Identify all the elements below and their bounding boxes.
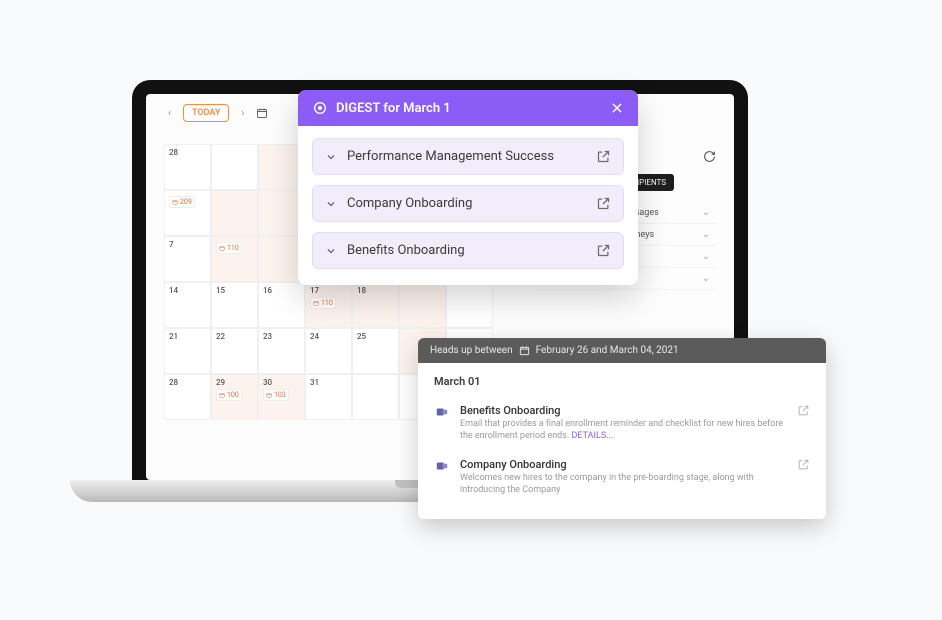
chevron-down-icon: [325, 151, 337, 163]
digest-item[interactable]: Performance Management Success: [312, 138, 624, 175]
open-external-icon[interactable]: [596, 243, 611, 258]
today-button[interactable]: TODAY: [183, 104, 229, 122]
calendar-cell[interactable]: [446, 282, 493, 328]
calendar-cell[interactable]: 23: [258, 328, 305, 374]
calendar-day-number: 21: [169, 332, 206, 341]
calendar-cell[interactable]: 7: [164, 236, 211, 282]
calendar-cell[interactable]: [399, 282, 446, 328]
calendar-cell[interactable]: 28: [164, 374, 211, 420]
calendar-cell[interactable]: 15: [211, 282, 258, 328]
teams-icon: [434, 458, 450, 474]
headsup-item-title: Benefits Onboarding: [460, 404, 787, 417]
digest-title: DIGEST for March 1: [336, 101, 451, 116]
calendar-event-chip[interactable]: 209: [169, 196, 195, 208]
details-link[interactable]: DETAILS...: [572, 431, 614, 441]
calendar-cell[interactable]: 14: [164, 282, 211, 328]
chevron-down-icon: ⌄: [702, 207, 710, 218]
calendar-cell[interactable]: 17110: [305, 282, 352, 328]
refresh-icon[interactable]: [703, 150, 716, 163]
open-external-icon[interactable]: [797, 458, 810, 471]
calendar-day-number: 18: [357, 286, 394, 295]
open-external-icon[interactable]: [596, 149, 611, 164]
calendar-day-number: 23: [263, 332, 300, 341]
headsup-prefix: Heads up between: [430, 345, 513, 356]
open-external-icon[interactable]: [596, 196, 611, 211]
calendar-cell[interactable]: 209: [164, 190, 211, 236]
calendar-day-number: 30: [263, 378, 300, 387]
prev-arrow[interactable]: ‹: [164, 106, 175, 121]
calendar-cell[interactable]: 30103: [258, 374, 305, 420]
calendar-event-chip[interactable]: 110: [310, 297, 336, 309]
chevron-down-icon: [325, 198, 337, 210]
close-icon[interactable]: [610, 101, 624, 115]
chevron-down-icon: [325, 245, 337, 257]
open-external-icon[interactable]: [797, 404, 810, 417]
calendar-day-number: 17: [310, 286, 347, 295]
digest-item-label: Benefits Onboarding: [347, 243, 465, 258]
calendar-cell[interactable]: 110: [211, 236, 258, 282]
calendar-cell[interactable]: 21: [164, 328, 211, 374]
next-arrow[interactable]: ›: [237, 106, 248, 121]
calendar-day-number: 28: [169, 378, 206, 387]
calendar-event-chip[interactable]: 110: [216, 242, 242, 254]
headsup-item-desc: Welcomes new hires to the company in the…: [460, 473, 787, 496]
calendar-day-number: 16: [263, 286, 300, 295]
digest-item-label: Company Onboarding: [347, 196, 472, 211]
digest-item[interactable]: Company Onboarding: [312, 185, 624, 222]
digest-header: DIGEST for March 1: [298, 90, 638, 126]
headsup-header: Heads up between February 26 and March 0…: [418, 338, 826, 363]
calendar-icon[interactable]: [256, 107, 268, 119]
calendar-cell[interactable]: [211, 144, 258, 190]
digest-modal: DIGEST for March 1 Performance Managemen…: [298, 90, 638, 285]
calendar-day-number: 31: [310, 378, 347, 387]
calendar-day-number: 7: [169, 240, 206, 249]
calendar-icon: [519, 345, 530, 356]
calendar-cell[interactable]: [352, 374, 399, 420]
calendar-cell[interactable]: [211, 190, 258, 236]
calendar-day-number: 22: [216, 332, 253, 341]
digest-item[interactable]: Benefits Onboarding: [312, 232, 624, 269]
calendar-day-number: 15: [216, 286, 253, 295]
teams-icon: [434, 404, 450, 420]
calendar-cell[interactable]: 16: [258, 282, 305, 328]
calendar-cell[interactable]: 18: [352, 282, 399, 328]
calendar-cell[interactable]: 24: [305, 328, 352, 374]
chevron-down-icon: ⌄: [702, 251, 710, 262]
calendar-cell[interactable]: 25: [352, 328, 399, 374]
calendar-day-number: 25: [357, 332, 394, 341]
calendar-event-chip[interactable]: 103: [263, 389, 289, 401]
headsup-item-desc: Email that provides a final enrollment r…: [460, 419, 787, 442]
calendar-day-number: 24: [310, 332, 347, 341]
calendar-cell[interactable]: 31: [305, 374, 352, 420]
digest-body: Performance Management Success Company On…: [298, 126, 638, 285]
digest-item-label: Performance Management Success: [347, 149, 554, 164]
headsup-item: Company Onboarding Welcomes new hires to …: [434, 452, 810, 506]
calendar-day-number: 14: [169, 286, 206, 295]
calendar-event-chip[interactable]: 100: [216, 389, 242, 401]
calendar-day-number: 28: [169, 148, 206, 157]
headsup-range: February 26 and March 04, 2021: [536, 345, 679, 356]
calendar-cell[interactable]: 29100: [211, 374, 258, 420]
calendar-cell[interactable]: 28: [164, 144, 211, 190]
headsup-item-title: Company Onboarding: [460, 458, 787, 471]
digest-target-icon: [312, 100, 328, 116]
headsup-date: March 01: [434, 375, 810, 388]
headsup-panel: Heads up between February 26 and March 0…: [418, 338, 826, 519]
headsup-body: March 01 Benefits Onboarding Email that p…: [418, 363, 826, 519]
headsup-item: Benefits Onboarding Email that provides a…: [434, 398, 810, 452]
chevron-down-icon: ⌄: [702, 273, 710, 284]
chevron-down-icon: ⌄: [702, 229, 710, 240]
calendar-day-number: 29: [216, 378, 253, 387]
calendar-cell[interactable]: 22: [211, 328, 258, 374]
